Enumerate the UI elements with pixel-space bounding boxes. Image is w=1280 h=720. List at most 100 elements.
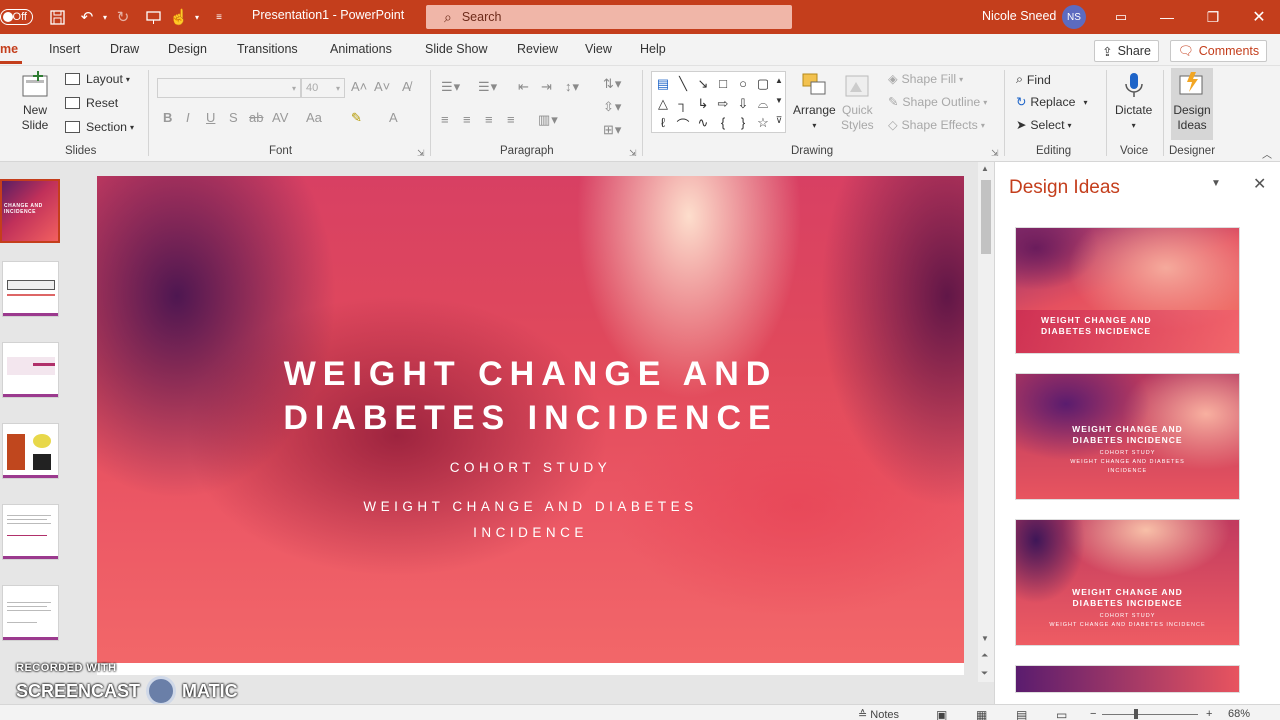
save-icon[interactable] [46, 6, 68, 28]
zoom-level[interactable]: 68% [1228, 708, 1250, 720]
align-left-icon[interactable]: ≡ [441, 112, 450, 127]
slide-thumbnail-2[interactable] [2, 261, 59, 317]
reading-view-icon[interactable]: ▤ [1016, 708, 1027, 720]
user-name[interactable]: Nicole Sneed [982, 9, 1056, 23]
scroll-up-icon[interactable]: ▲ [981, 164, 989, 173]
ribbon-display-options-icon[interactable]: ▭ [1110, 6, 1132, 28]
slide-canvas[interactable]: WEIGHT CHANGE AND DIABETES INCIDENCE COH… [97, 176, 964, 663]
clear-formatting-icon[interactable]: A̸ [402, 79, 411, 94]
replace-button[interactable]: ↻ Replace ▾ [1016, 95, 1087, 109]
decrease-indent-icon[interactable]: ⇤ [518, 79, 530, 95]
shape-fill-button[interactable]: ◈ Shape Fill ▾ [888, 72, 963, 86]
arc-shape-icon[interactable]: ⌒ [674, 115, 692, 134]
shape-outline-button[interactable]: ✎ Shape Outline ▾ [888, 95, 987, 109]
gallery-more-icon[interactable]: ⊽ [773, 115, 785, 126]
zoom-slider[interactable] [1102, 714, 1198, 715]
line-shape-icon[interactable]: ╲ [674, 76, 692, 92]
tab-home[interactable]: me [0, 42, 23, 64]
tab-help[interactable]: Help [640, 42, 666, 56]
tab-animations[interactable]: Animations [330, 42, 392, 56]
star-shape-icon[interactable]: ☆ [754, 115, 772, 131]
convert-to-smartart-icon[interactable]: ⊞▾ [603, 122, 622, 138]
normal-view-icon[interactable]: ▣ [936, 708, 947, 720]
zoom-out-icon[interactable]: − [1090, 708, 1096, 720]
tab-design[interactable]: Design [168, 42, 207, 56]
oval-shape-icon[interactable]: ○ [734, 76, 752, 91]
align-text-icon[interactable]: ⇳▾ [603, 99, 622, 115]
text-shadow-icon[interactable]: S [229, 110, 238, 125]
slide-thumbnail-1[interactable]: CHANGE AND INCIDENCE [0, 179, 60, 243]
minimize-icon[interactable]: — [1156, 6, 1178, 28]
slide-thumbnail-5[interactable] [2, 504, 59, 560]
slide-subtitle-2[interactable]: WEIGHT CHANGE AND DIABETES INCIDENCE [347, 494, 714, 546]
bold-icon[interactable]: B [163, 110, 172, 125]
scroll-down-icon[interactable]: ▼ [981, 634, 989, 643]
tab-view[interactable]: View [585, 42, 612, 56]
close-icon[interactable]: ✕ [1248, 6, 1270, 28]
slide-subtitle[interactable]: COHORT STUDY [97, 460, 964, 475]
slide-thumbnail-6[interactable] [2, 585, 59, 641]
text-direction-icon[interactable]: ⇅▾ [603, 76, 622, 92]
quick-styles-button[interactable]: Quick Styles [841, 70, 874, 133]
right-brace-shape-icon[interactable]: } [734, 115, 752, 130]
pane-options-icon[interactable]: ▼ [1211, 178, 1221, 189]
slide-show-icon[interactable]: ▭ [1056, 708, 1067, 720]
notes-button[interactable]: ≙ Notes [858, 708, 899, 720]
design-idea-2[interactable]: WEIGHT CHANGE AND DIABETES INCIDENCE COH… [1015, 373, 1240, 500]
tab-review[interactable]: Review [517, 42, 558, 56]
autosave-toggle[interactable]: Off [0, 9, 33, 25]
paragraph-dialog-launcher-icon[interactable]: ⇲ [629, 148, 637, 159]
redo-icon[interactable]: ↻ [112, 6, 134, 28]
reset-button[interactable]: Reset [65, 96, 118, 110]
strikethrough-icon[interactable]: ab [249, 110, 263, 125]
increase-font-size-icon[interactable]: A˄ [351, 79, 367, 94]
search-box[interactable]: ⌕ Search [426, 5, 792, 29]
zoom-slider-thumb[interactable] [1134, 709, 1138, 719]
down-arrow-shape-icon[interactable]: ⇩ [734, 96, 752, 112]
slide-thumbnail-3[interactable] [2, 342, 59, 398]
callout-shape-icon[interactable]: ⌓ [754, 96, 772, 112]
design-idea-3[interactable]: WEIGHT CHANGE AND DIABETES INCIDENCE COH… [1015, 519, 1240, 646]
freeform-shape-icon[interactable]: ℓ [654, 115, 672, 130]
slide-sorter-icon[interactable]: ▦ [976, 708, 987, 720]
shapes-gallery[interactable]: ▤ ╲ ↘ □ ○ ▢ △ ┐ ↳ ⇨ ⇩ ⌓ ℓ ⌒ ∿ { } ☆ ▲ ▼ … [651, 71, 786, 133]
find-button[interactable]: ⌕ Find [1016, 72, 1051, 87]
avatar[interactable]: NS [1062, 5, 1086, 29]
tab-insert[interactable]: Insert [49, 42, 80, 56]
next-slide-icon[interactable]: ⏷ [981, 668, 988, 679]
justify-icon[interactable]: ≡ [507, 112, 516, 127]
drawing-dialog-launcher-icon[interactable]: ⇲ [991, 148, 999, 159]
tab-transitions[interactable]: Transitions [237, 42, 298, 56]
curve-shape-icon[interactable]: ∿ [694, 115, 712, 131]
close-pane-icon[interactable]: ✕ [1253, 174, 1266, 194]
dictate-button[interactable]: Dictate ▾ [1115, 70, 1152, 133]
restore-icon[interactable]: ❐ [1202, 6, 1224, 28]
tab-draw[interactable]: Draw [110, 42, 139, 56]
increase-indent-icon[interactable]: ⇥ [541, 79, 553, 95]
scrollbar-thumb[interactable] [981, 180, 991, 254]
rounded-rectangle-shape-icon[interactable]: ▢ [754, 76, 772, 92]
character-spacing-icon[interactable]: AV [272, 110, 288, 125]
section-button[interactable]: Section ▾ [65, 120, 134, 134]
left-brace-shape-icon[interactable]: { [714, 115, 732, 130]
rectangle-shape-icon[interactable]: □ [714, 76, 732, 91]
font-color-icon[interactable]: A [389, 110, 398, 125]
right-arrow-shape-icon[interactable]: ⇨ [714, 96, 732, 112]
elbow-connector-shape-icon[interactable]: ┐ [674, 96, 692, 111]
font-dialog-launcher-icon[interactable]: ⇲ [417, 148, 425, 159]
present-from-beginning-icon[interactable] [142, 6, 164, 28]
change-case-icon[interactable]: Aa [306, 110, 322, 125]
italic-icon[interactable]: I [186, 110, 190, 125]
design-ideas-button[interactable]: Design Ideas [1171, 68, 1213, 140]
triangle-shape-icon[interactable]: △ [654, 96, 672, 112]
align-center-icon[interactable]: ≡ [463, 112, 472, 127]
decrease-font-size-icon[interactable]: A˅ [374, 79, 390, 94]
arrow-line-shape-icon[interactable]: ↘ [694, 76, 712, 92]
line-spacing-icon[interactable]: ↕▾ [565, 79, 580, 95]
gallery-down-icon[interactable]: ▼ [773, 96, 785, 105]
slide-title[interactable]: WEIGHT CHANGE AND DIABETES INCIDENCE [97, 352, 964, 440]
columns-icon[interactable]: ▥▾ [538, 112, 559, 128]
design-idea-1[interactable]: WEIGHT CHANGE AND DIABETES INCIDENCE [1015, 227, 1240, 354]
zoom-in-icon[interactable]: + [1206, 708, 1212, 720]
align-right-icon[interactable]: ≡ [485, 112, 494, 127]
